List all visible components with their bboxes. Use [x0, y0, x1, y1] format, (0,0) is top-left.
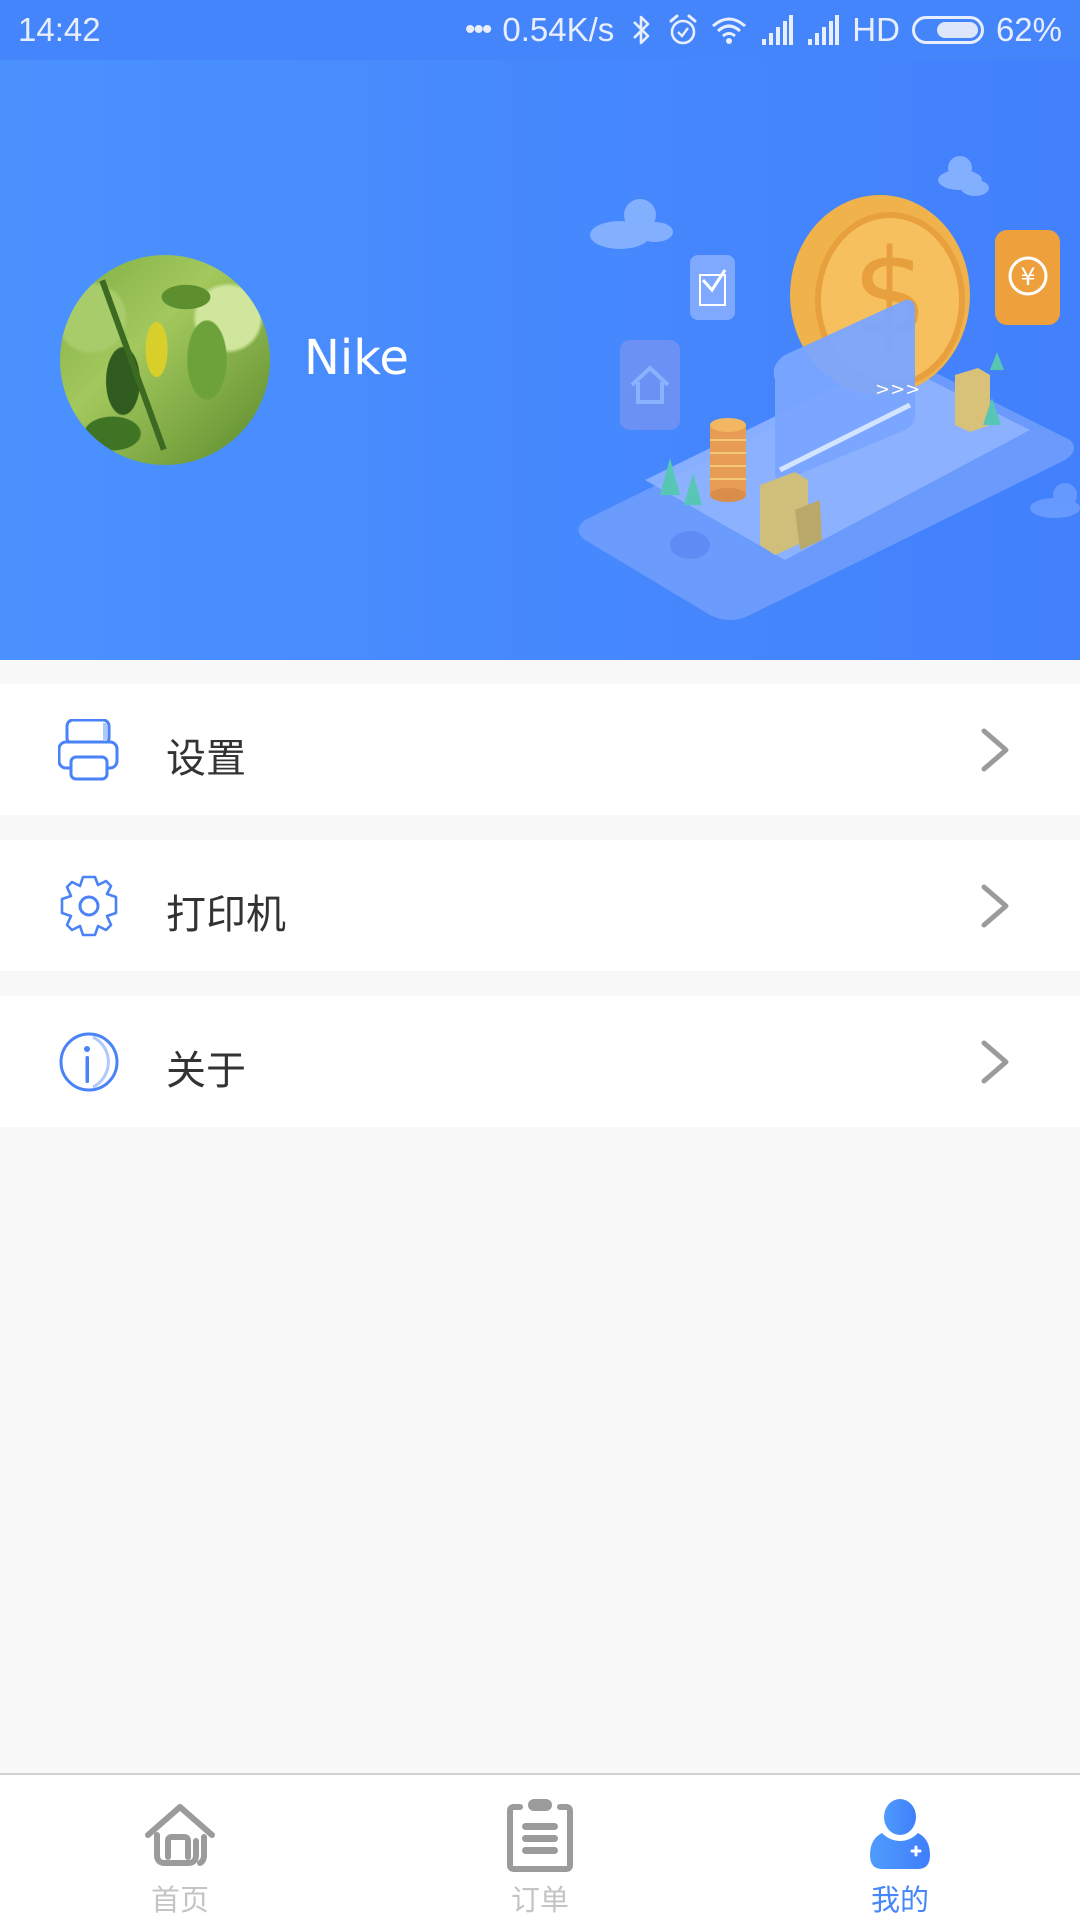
printer-icon	[58, 719, 119, 781]
checklist-icon	[690, 255, 735, 320]
network-speed: 0.54K/s	[502, 11, 615, 48]
profile-screen: 14:42 ••• 0.54K/s HD 62% Nike $ >>> ¥ 设置…	[0, 0, 1080, 1920]
menu-item-label: 打印机	[166, 892, 286, 938]
yuan-tile-icon: ¥	[995, 230, 1060, 325]
tab-label: 我的	[870, 1883, 929, 1917]
user-icon	[870, 1799, 930, 1869]
bottom-tab-bar: 首页 订单 我的	[0, 1773, 1080, 1920]
menu-item-label: 关于	[166, 1048, 246, 1094]
bluetooth-icon	[626, 13, 656, 47]
svg-text:¥: ¥	[1020, 263, 1035, 291]
settings-menu: 设置 打印机 关于	[0, 684, 1080, 1152]
menu-item-about[interactable]: 关于	[0, 996, 1080, 1127]
tab-label: 订单	[510, 1883, 569, 1917]
finance-illustration: $ >>> ¥	[578, 156, 1080, 620]
svg-text:>>>: >>>	[875, 379, 920, 400]
status-bar: 14:42 ••• 0.54K/s HD 62%	[0, 0, 1080, 60]
coin-stack-icon	[710, 418, 746, 502]
tab-home[interactable]: 首页	[0, 1775, 360, 1920]
info-icon	[59, 1032, 119, 1092]
home-tile-icon	[620, 340, 680, 430]
battery-percent: 62%	[995, 11, 1062, 48]
profile-header: Nike $ >>> ¥	[0, 60, 1080, 660]
network-type: HD	[852, 11, 900, 48]
username[interactable]: Nike	[304, 330, 409, 386]
chevron-right-icon	[981, 1040, 1009, 1084]
avatar[interactable]	[60, 255, 270, 465]
menu-item-settings[interactable]: 设置	[0, 684, 1080, 815]
tab-orders[interactable]: 订单	[360, 1775, 720, 1920]
battery-icon	[911, 16, 984, 44]
gear-icon	[60, 875, 118, 937]
tab-mine[interactable]: 我的	[720, 1775, 1080, 1920]
alarm-icon	[668, 13, 698, 47]
notification-dots: •••	[464, 13, 492, 46]
battery-level	[937, 22, 978, 38]
cloud-icon	[938, 156, 989, 196]
status-indicators: ••• 0.54K/s HD 62%	[465, 11, 1062, 49]
cloud-icon	[590, 199, 673, 249]
signal-icon	[760, 13, 794, 47]
clipboard-icon	[507, 1799, 573, 1872]
chevron-right-icon	[981, 884, 1009, 928]
home-icon	[145, 1804, 215, 1866]
tab-label: 首页	[150, 1883, 209, 1917]
menu-item-label: 设置	[166, 736, 246, 782]
cloud-icon	[1030, 483, 1080, 518]
chevron-right-icon	[981, 728, 1009, 772]
signal-icon	[806, 13, 840, 47]
status-time: 14:42	[18, 11, 101, 48]
wifi-icon	[710, 13, 748, 47]
menu-item-printer[interactable]: 打印机	[0, 840, 1080, 971]
